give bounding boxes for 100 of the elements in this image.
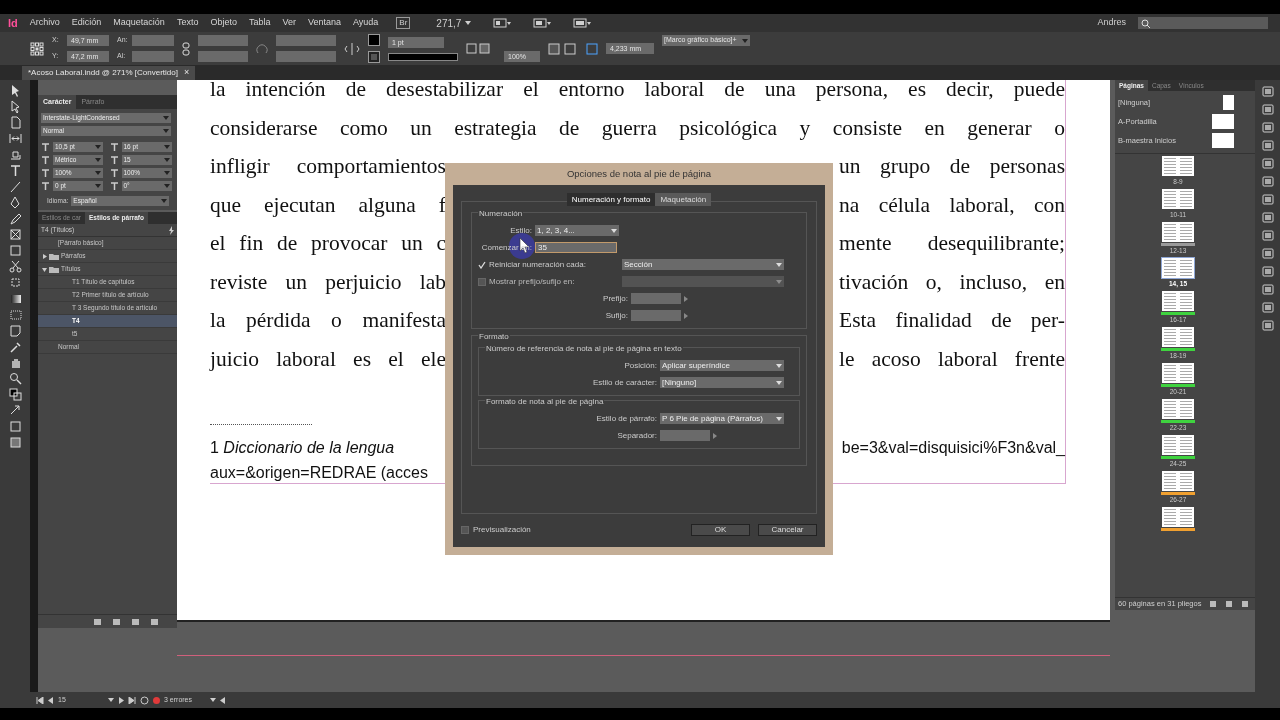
caret-icon[interactable] — [611, 228, 617, 233]
rotate-icon[interactable] — [256, 42, 268, 55]
zoom-value: 271,7 — [436, 16, 462, 31]
menu-item[interactable]: Tabla — [248, 16, 271, 30]
bridge-button[interactable]: Br — [396, 17, 411, 29]
expanded-triangle-icon[interactable] — [42, 266, 47, 272]
menu-item[interactable]: Archivo — [29, 16, 60, 30]
field-label: Estilo de carácter: — [591, 376, 657, 389]
app-logo: Id — [8, 15, 18, 31]
content-collector-icon[interactable] — [8, 148, 22, 161]
dialog-tab[interactable]: Numeración y formato — [566, 193, 656, 206]
gradient-feather-icon[interactable] — [8, 308, 22, 321]
close-tab-button[interactable]: × — [184, 66, 190, 80]
fill-swatch-icon[interactable] — [368, 34, 380, 46]
reference-point-icon[interactable] — [30, 41, 44, 56]
menu-item[interactable]: Objeto — [210, 16, 237, 30]
fill-stroke-icon[interactable] — [8, 388, 22, 401]
page-icon[interactable] — [8, 116, 22, 129]
spread-thumbnail[interactable] — [1161, 188, 1195, 210]
spread-thumbnail[interactable] — [1161, 155, 1195, 177]
input-field[interactable] — [276, 35, 336, 46]
spread-thumbnail[interactable] — [1161, 326, 1195, 348]
zoom-icon[interactable] — [8, 372, 22, 385]
screen-mode-icon[interactable] — [533, 18, 552, 28]
menu-item[interactable]: Edición — [71, 16, 102, 30]
input-field[interactable] — [631, 310, 681, 321]
start-number-field[interactable]: 35 — [535, 242, 617, 253]
first-page-icon[interactable] — [36, 696, 44, 704]
ok-button[interactable]: OK — [691, 524, 750, 536]
direct-selection-arrow-icon[interactable] — [8, 100, 22, 113]
input-field[interactable] — [198, 51, 248, 62]
eyedropper-icon[interactable] — [8, 340, 22, 353]
free-transform-icon[interactable] — [8, 276, 22, 289]
arrow-right-icon[interactable] — [684, 295, 688, 302]
view-options-icon[interactable] — [493, 18, 512, 28]
cancel-button[interactable]: Cancelar — [758, 524, 817, 536]
spread-thumbnail[interactable] — [1161, 506, 1195, 528]
flip-icon[interactable] — [344, 41, 360, 56]
arrow-right-icon[interactable] — [713, 432, 717, 439]
style-dropdown[interactable]: 1, 2, 3, 4... — [535, 225, 619, 236]
user-name[interactable]: Andres — [1097, 16, 1126, 30]
stroke-type-dropdown[interactable] — [388, 52, 458, 61]
input-field[interactable] — [132, 35, 174, 46]
spread-thumbnail[interactable] — [1161, 398, 1195, 420]
pencil-icon[interactable] — [8, 212, 22, 225]
frame-fitting-icon[interactable] — [586, 42, 598, 55]
menu-item[interactable]: Ventana — [307, 16, 341, 30]
gap-icon[interactable] — [8, 132, 22, 145]
menu-item[interactable]: Maquetación — [113, 16, 165, 30]
caret-icon[interactable] — [776, 380, 782, 385]
spread-thumbnail[interactable] — [1161, 290, 1195, 312]
lightning-icon[interactable] — [168, 225, 174, 235]
paragraph-style-dropdown[interactable]: P 6 Pie de página (Párrafos) — [660, 413, 784, 424]
previous-page-icon[interactable] — [48, 696, 54, 704]
menu-item[interactable]: Ver — [282, 16, 296, 30]
spread-thumbnail[interactable] — [1161, 362, 1195, 384]
caret-icon[interactable] — [210, 698, 216, 702]
arrange-documents-icon[interactable] — [573, 18, 592, 28]
stroke-swatch-icon[interactable] — [368, 51, 380, 63]
next-page-icon[interactable] — [118, 696, 124, 704]
search-field[interactable] — [1138, 17, 1268, 29]
last-page-icon[interactable] — [128, 696, 136, 704]
arrow-right-icon[interactable] — [684, 312, 688, 319]
spread-thumbnail[interactable] — [1161, 257, 1195, 279]
spread-thumbnail[interactable] — [1161, 434, 1195, 456]
swap-color-icon[interactable] — [8, 404, 22, 417]
scroll-left-icon[interactable] — [220, 696, 225, 704]
input-field[interactable] — [132, 51, 174, 62]
input-field[interactable] — [198, 35, 248, 46]
collapsed-triangle-icon[interactable] — [42, 253, 47, 259]
line-icon[interactable] — [8, 180, 22, 193]
checkbox[interactable] — [478, 277, 486, 286]
menu-item[interactable]: Texto — [176, 16, 199, 30]
input-field[interactable] — [276, 51, 336, 62]
caret-icon[interactable] — [776, 416, 782, 421]
caret-icon[interactable] — [108, 698, 114, 702]
dialog-tab[interactable]: Maquetación — [655, 193, 712, 206]
checkbox[interactable] — [461, 526, 469, 534]
position-dropdown[interactable]: Aplicar superíndice — [660, 360, 784, 371]
caret-icon[interactable] — [465, 21, 472, 25]
caret-icon[interactable] — [776, 363, 782, 368]
scissors-icon[interactable] — [8, 260, 22, 273]
rectangle-icon[interactable] — [8, 244, 22, 257]
pen-icon[interactable] — [8, 196, 22, 209]
spread-thumbnail[interactable] — [1161, 470, 1195, 492]
character-style-dropdown[interactable]: [Ninguno] — [660, 377, 784, 388]
preflight-icon[interactable] — [140, 695, 149, 705]
separator-field[interactable] — [660, 430, 710, 441]
restart-dropdown[interactable]: Sección — [622, 259, 784, 270]
note-icon[interactable] — [8, 324, 22, 337]
input-field[interactable] — [631, 293, 681, 304]
type-icon[interactable] — [8, 164, 22, 177]
spread-thumbnail[interactable] — [1161, 221, 1195, 243]
menu-item[interactable]: Ayuda — [353, 16, 379, 30]
zoom-dropdown[interactable]: 271,7 — [436, 15, 472, 31]
caret-icon[interactable] — [776, 262, 782, 267]
document-tab[interactable]: *Acoso Laboral.indd @ 271% [Convertido] × — [22, 66, 196, 80]
rectangle-frame-icon[interactable] — [8, 228, 22, 241]
gradient-icon[interactable] — [8, 292, 22, 305]
constrain-proportions-icon[interactable] — [182, 41, 190, 56]
